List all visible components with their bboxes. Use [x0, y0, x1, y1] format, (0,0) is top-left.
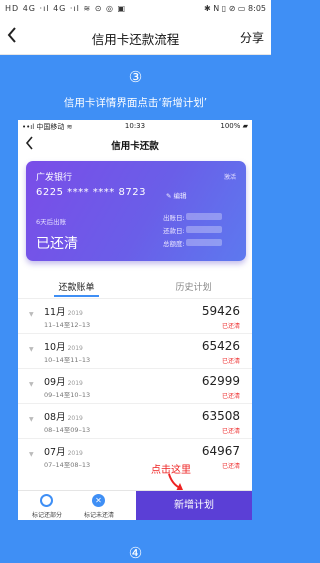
- device-status-bar: HD 4G ·ıl 4G ·ıl ≋ ⊙ ◎ ▣ ✱ N ▯ ⊘ ▭ 8:05: [0, 0, 271, 19]
- chevron-down-icon: ▼: [29, 416, 34, 423]
- progress-circle-icon: [40, 494, 53, 507]
- top-nav-bar: 信用卡还款流程 分享: [0, 19, 271, 55]
- bill-year: 2019: [67, 415, 83, 422]
- billing-due-text: 6天后出账: [36, 218, 67, 226]
- bill-status: 已还清: [221, 358, 240, 365]
- activate-badge[interactable]: 激活: [224, 172, 236, 181]
- bill-status: 已还清: [221, 393, 240, 400]
- edit-button[interactable]: ✎ 编辑: [166, 190, 187, 200]
- bill-range: 10–14至11–13: [44, 356, 91, 364]
- bill-status: 已还清: [221, 428, 240, 435]
- bill-amount: 65426: [201, 339, 240, 353]
- bill-month: 08月: [44, 412, 66, 423]
- bottom-action-bar: 标记还部分 ✕ 标记未还清 新增计划: [18, 490, 252, 520]
- credit-limit-value-redacted: [186, 239, 222, 246]
- credit-limit-label: 总额度:: [163, 240, 185, 248]
- card-number: 6225 **** **** 8723: [36, 187, 146, 198]
- step-number-4: ④: [128, 544, 143, 562]
- mark-unpaid-label: 标记未还清: [83, 512, 114, 519]
- step-number-3: ③: [128, 68, 143, 86]
- status-bar-left: HD 4G ·ıl 4G ·ıl ≋ ⊙ ◎ ▣: [5, 4, 127, 13]
- bill-range: 11–14至12–13: [44, 321, 91, 329]
- share-button[interactable]: 分享: [240, 29, 264, 46]
- repayment-day-label: 还款日:: [163, 227, 185, 235]
- bank-name: 广发银行: [36, 173, 73, 183]
- bill-amount: 64967: [201, 444, 240, 458]
- bill-year: 2019: [67, 310, 83, 317]
- list-item[interactable]: ▼ 08月 2019 08–14至09–13 63508 已还清: [18, 404, 252, 439]
- bill-amount: 63508: [201, 409, 240, 423]
- list-item[interactable]: ▼ 11月 2019 11–14至12–13 59426 已还清: [18, 299, 252, 334]
- app-page-title: 信用卡还款: [111, 141, 159, 152]
- chevron-down-icon: ▼: [29, 451, 34, 458]
- add-plan-button[interactable]: 新增计划: [136, 491, 252, 520]
- app-status-bar: ••ıl 中国移动 ≋ 10:33 100% ▰: [18, 120, 252, 132]
- credit-card[interactable]: 广发银行 激活 6225 **** **** 8723 ✎ 编辑 6天后出账 已…: [26, 161, 246, 261]
- bill-month: 09月: [44, 377, 66, 388]
- statement-day-label: 出账日:: [163, 214, 185, 222]
- page-title: 信用卡还款流程: [91, 32, 180, 47]
- bill-year: 2019: [67, 380, 83, 387]
- bill-year: 2019: [67, 450, 83, 457]
- list-item[interactable]: ▼ 10月 2019 10–14至11–13 65426 已还清: [18, 334, 252, 369]
- step-caption: 信用卡详情界面点击‘新增计划’: [63, 97, 208, 109]
- status-bar-right: ✱ N ▯ ⊘ ▭ 8:05: [203, 4, 266, 13]
- battery-indicator: 100% ▰: [220, 122, 248, 130]
- repayment-day-value-redacted: [186, 226, 222, 233]
- chevron-down-icon: ▼: [29, 311, 34, 318]
- bill-amount: 62999: [201, 374, 240, 388]
- chevron-down-icon: ▼: [29, 346, 34, 353]
- tab-repayment-bills[interactable]: 还款账单: [18, 280, 135, 293]
- app-time: 10:33: [124, 122, 146, 130]
- chevron-down-icon: ▼: [29, 381, 34, 388]
- bill-amount: 59426: [201, 304, 240, 318]
- bill-tabs: 还款账单 历史计划: [18, 273, 252, 299]
- active-tab-indicator: [54, 295, 99, 297]
- card-status: 已还清: [36, 236, 78, 252]
- bill-month: 10月: [44, 342, 66, 353]
- bill-year: 2019: [67, 345, 83, 352]
- bill-range: 07–14至08–13: [44, 461, 91, 469]
- card-section: 广发银行 激活 6225 **** **** 8723 ✎ 编辑 6天后出账 已…: [18, 157, 252, 273]
- app-screenshot: ••ıl 中国移动 ≋ 10:33 100% ▰ 信用卡还款 广发银行 激活 6…: [18, 120, 252, 520]
- app-nav-bar: 信用卡还款: [18, 132, 252, 157]
- bill-range: 09–14至10–13: [44, 391, 91, 399]
- mark-partial-button[interactable]: 标记还部分: [22, 491, 72, 520]
- bill-status: 已还清: [221, 463, 240, 470]
- mark-partial-label: 标记还部分: [31, 512, 62, 519]
- statement-day-value-redacted: [186, 213, 222, 220]
- bill-status: 已还清: [221, 323, 240, 330]
- bill-month: 11月: [44, 307, 66, 318]
- bill-range: 08–14至09–13: [44, 426, 91, 434]
- bill-month: 07月: [44, 447, 66, 458]
- list-item[interactable]: ▼ 07月 2019 07–14至08–13 64967 已还清: [18, 439, 252, 474]
- tab-history-plans[interactable]: 历史计划: [135, 280, 252, 293]
- list-item[interactable]: ▼ 09月 2019 09–14至10–13 62999 已还清: [18, 369, 252, 404]
- bill-list: ▼ 11月 2019 11–14至12–13 59426 已还清 ▼ 10月 201…: [18, 299, 252, 490]
- close-circle-icon: ✕: [92, 494, 105, 507]
- mark-unpaid-button[interactable]: ✕ 标记未还清: [74, 491, 124, 520]
